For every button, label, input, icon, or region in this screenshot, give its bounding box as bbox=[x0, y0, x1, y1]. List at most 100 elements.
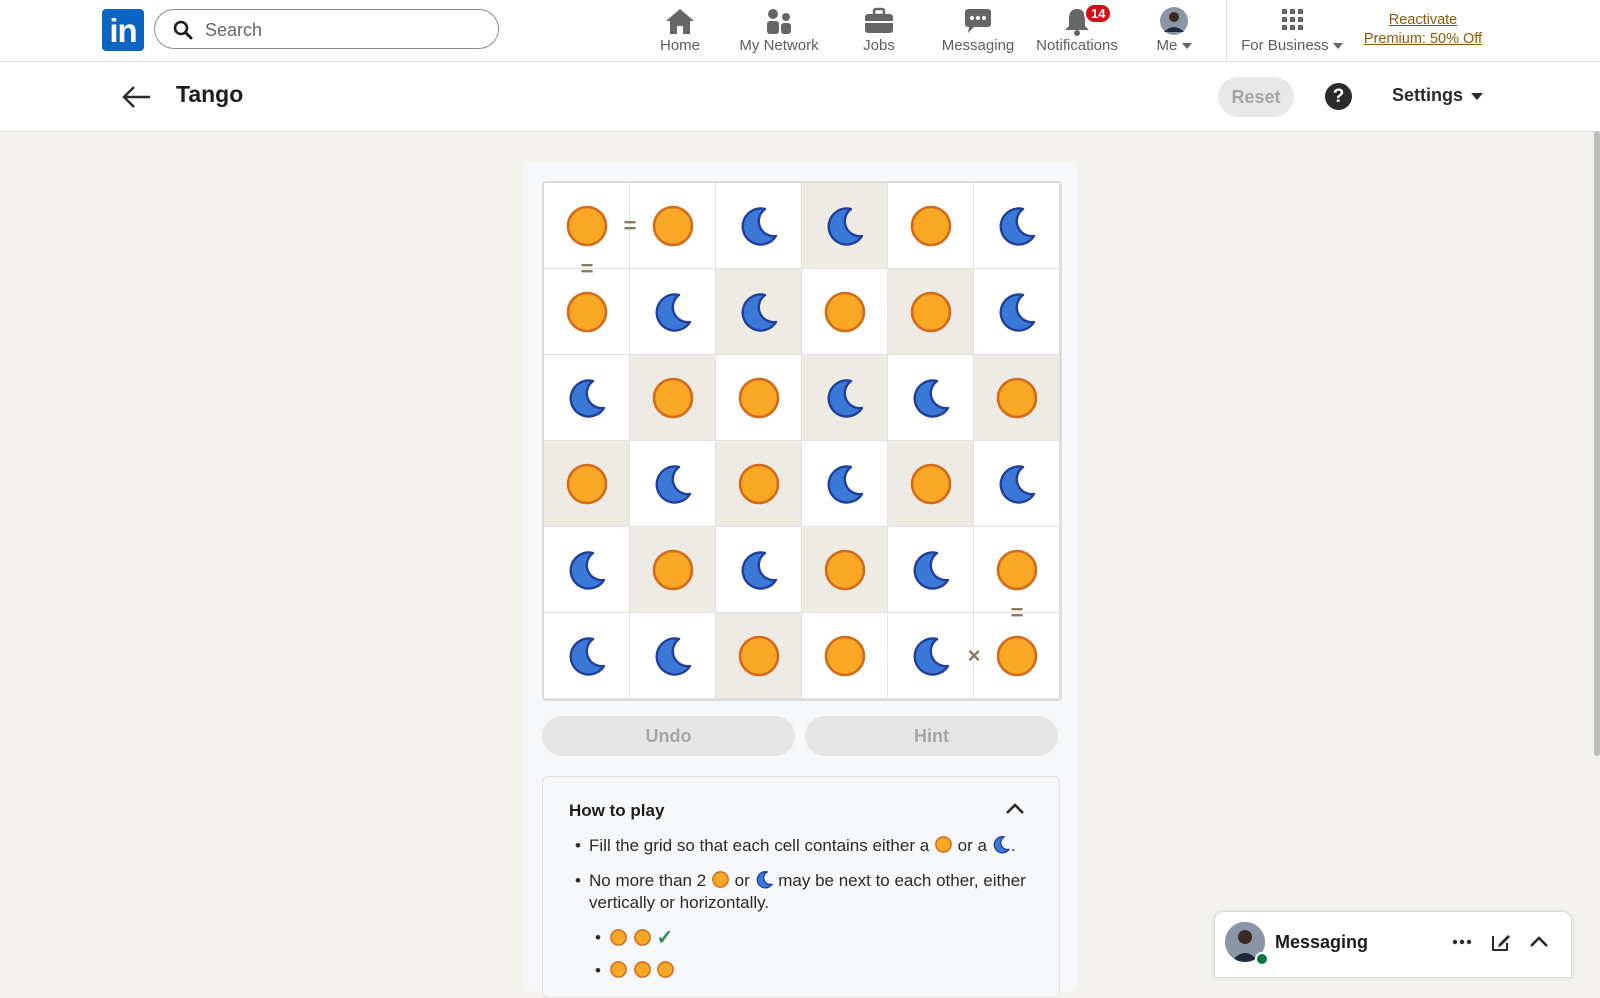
game-header: Tango Reset ? Settings bbox=[0, 62, 1600, 132]
sun-icon bbox=[610, 929, 627, 946]
example-valid: ✓ bbox=[569, 927, 1039, 950]
moon-icon bbox=[655, 637, 692, 676]
board-cell-r0-c2[interactable] bbox=[716, 183, 802, 269]
nav-notifications[interactable]: 14 Notifications bbox=[1034, 3, 1120, 56]
board-cell-r4-c2[interactable] bbox=[716, 527, 802, 613]
sun-icon bbox=[824, 549, 866, 591]
board-cell-r1-c4[interactable] bbox=[888, 269, 974, 355]
moon-icon bbox=[999, 207, 1036, 246]
board-cell-r3-c2[interactable] bbox=[716, 441, 802, 527]
board-cell-r0-c5[interactable] bbox=[974, 183, 1060, 269]
sun-icon bbox=[652, 377, 694, 419]
settings-dropdown[interactable]: Settings bbox=[1392, 85, 1484, 106]
moon-icon bbox=[741, 551, 778, 590]
tango-board: = = = × bbox=[542, 181, 1062, 701]
board-cell-r0-c4[interactable] bbox=[888, 183, 974, 269]
nav-my-network-label: My Network bbox=[739, 37, 819, 54]
rule-fill-grid: Fill the grid so that each cell contains… bbox=[569, 835, 1039, 857]
moon-icon bbox=[999, 293, 1036, 332]
opposite-constraint: × bbox=[967, 643, 981, 668]
board-cell-r2-c3[interactable] bbox=[802, 355, 888, 441]
sun-icon bbox=[935, 836, 952, 853]
avatar bbox=[1160, 7, 1188, 35]
sun-icon bbox=[566, 463, 608, 505]
board-cell-r5-c3[interactable] bbox=[802, 613, 888, 699]
moon-icon bbox=[827, 465, 864, 504]
chevron-up-icon[interactable] bbox=[1003, 801, 1027, 817]
sun-icon bbox=[910, 205, 952, 247]
reactivate-premium-link[interactable]: Reactivate Premium: 50% Off bbox=[1358, 11, 1488, 49]
page-title: Tango bbox=[176, 81, 244, 107]
reset-button[interactable]: Reset bbox=[1218, 77, 1294, 117]
messaging-title: Messaging bbox=[1275, 932, 1369, 952]
board-cell-r4-c0[interactable] bbox=[544, 527, 630, 613]
board-cell-r5-c5[interactable] bbox=[974, 613, 1060, 699]
moon-icon bbox=[655, 465, 692, 504]
board-cell-r3-c0[interactable] bbox=[544, 441, 630, 527]
board-cell-r0-c1[interactable] bbox=[630, 183, 716, 269]
nav-notifications-label: Notifications bbox=[1036, 37, 1118, 54]
sun-icon bbox=[738, 377, 780, 419]
compose-icon[interactable] bbox=[1489, 930, 1513, 954]
board-cell-r2-c4[interactable] bbox=[888, 355, 974, 441]
rule1-text-b: or a bbox=[957, 836, 987, 855]
hint-button[interactable]: Hint bbox=[805, 716, 1058, 756]
board-cell-r3-c3[interactable] bbox=[802, 441, 888, 527]
top-navbar: in Home My Network Jobs bbox=[0, 0, 1600, 62]
board-cell-r2-c1[interactable] bbox=[630, 355, 716, 441]
nav-home-label: Home bbox=[659, 37, 700, 54]
moon-icon bbox=[569, 379, 606, 418]
board-cell-r4-c1[interactable] bbox=[630, 527, 716, 613]
search-box[interactable] bbox=[154, 9, 499, 49]
board-cell-r1-c3[interactable] bbox=[802, 269, 888, 355]
board-cell-r4-c3[interactable] bbox=[802, 527, 888, 613]
moon-icon bbox=[569, 551, 606, 590]
nav-me[interactable]: Me bbox=[1152, 4, 1196, 56]
undo-button[interactable]: Undo bbox=[542, 716, 795, 756]
chevron-down-icon bbox=[1181, 43, 1192, 50]
board-cell-r5-c0[interactable] bbox=[544, 613, 630, 699]
moon-icon bbox=[993, 836, 1010, 854]
chevron-up-icon[interactable] bbox=[1527, 930, 1551, 954]
nav-home[interactable]: Home bbox=[651, 4, 709, 56]
sun-icon bbox=[824, 291, 866, 333]
nav-messaging[interactable]: Messaging bbox=[940, 4, 1016, 56]
sun-icon bbox=[996, 549, 1038, 591]
more-options-icon[interactable] bbox=[1450, 930, 1474, 954]
nav-for-business[interactable]: For Business bbox=[1240, 4, 1344, 56]
board-cell-r5-c4[interactable] bbox=[888, 613, 974, 699]
board-cell-r2-c0[interactable] bbox=[544, 355, 630, 441]
board-cell-r2-c5[interactable] bbox=[974, 355, 1060, 441]
messaging-bar[interactable]: Messaging bbox=[1214, 911, 1572, 978]
board-cell-r3-c5[interactable] bbox=[974, 441, 1060, 527]
equal-constraint: = bbox=[623, 213, 637, 238]
sun-icon bbox=[712, 871, 729, 888]
sun-icon bbox=[566, 205, 608, 247]
sun-icon bbox=[566, 291, 608, 333]
board-cell-r2-c2[interactable] bbox=[716, 355, 802, 441]
board-cell-r3-c1[interactable] bbox=[630, 441, 716, 527]
moon-icon bbox=[569, 637, 606, 676]
page-scrollbar[interactable] bbox=[1594, 131, 1600, 756]
search-input[interactable] bbox=[203, 16, 487, 44]
board-cell-r1-c1[interactable] bbox=[630, 269, 716, 355]
nav-jobs-label: Jobs bbox=[863, 37, 895, 54]
linkedin-logo[interactable]: in bbox=[102, 9, 144, 51]
board-cell-r1-c2[interactable] bbox=[716, 269, 802, 355]
nav-jobs[interactable]: Jobs bbox=[860, 4, 898, 56]
board-cell-r1-c0[interactable] bbox=[544, 269, 630, 355]
moon-icon bbox=[913, 637, 950, 676]
sun-icon bbox=[996, 635, 1038, 677]
rule-no-more-than-two: No more than 2 or may be next to each ot… bbox=[569, 870, 1039, 914]
board-cell-r0-c3[interactable] bbox=[802, 183, 888, 269]
nav-my-network[interactable]: My Network bbox=[735, 4, 823, 56]
back-arrow-icon[interactable] bbox=[120, 82, 152, 112]
board-cell-r3-c4[interactable] bbox=[888, 441, 974, 527]
board-cell-r5-c1[interactable] bbox=[630, 613, 716, 699]
chevron-down-icon bbox=[1471, 92, 1484, 100]
equal-constraint: = bbox=[580, 256, 594, 281]
board-cell-r5-c2[interactable] bbox=[716, 613, 802, 699]
board-cell-r4-c4[interactable] bbox=[888, 527, 974, 613]
board-cell-r1-c5[interactable] bbox=[974, 269, 1060, 355]
help-icon[interactable]: ? bbox=[1325, 83, 1352, 110]
